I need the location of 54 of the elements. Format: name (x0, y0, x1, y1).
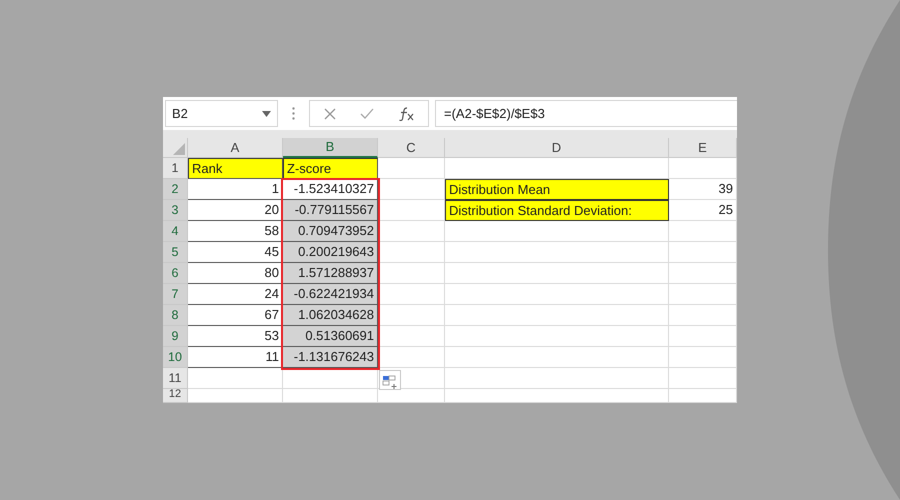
formula-field[interactable]: =(A2-$E$2)/$E$3 (435, 100, 737, 127)
column-header[interactable]: D (445, 138, 669, 158)
table-cell: Distribution Mean (445, 179, 669, 200)
table-cell: -1.131676243 (283, 347, 378, 368)
select-all-corner[interactable] (163, 138, 188, 158)
empty-cell (669, 368, 737, 389)
column-header[interactable]: E (669, 138, 737, 158)
dropdown-icon[interactable] (262, 110, 271, 116)
row-header[interactable]: 4 (163, 221, 188, 242)
column-header[interactable]: C (378, 138, 445, 158)
column-header[interactable]: B (283, 138, 378, 158)
table-cell: -0.779115567 (283, 200, 378, 221)
empty-cell (669, 389, 737, 403)
empty-cell (669, 242, 737, 263)
cell-reference: B2 (172, 104, 188, 123)
corner-triangle-icon (173, 143, 185, 155)
cancel-icon[interactable] (324, 108, 336, 120)
row-header[interactable]: 7 (163, 284, 188, 305)
row-header[interactable]: 5 (163, 242, 188, 263)
table-cell: Rank (188, 158, 283, 179)
empty-cell (669, 221, 737, 242)
table-cell: -0.622421934 (283, 284, 378, 305)
empty-cell (669, 305, 737, 326)
table-cell: 1.571288937 (283, 263, 378, 284)
insert-function-icon[interactable] (398, 106, 414, 120)
empty-cell (669, 347, 737, 368)
table-cell: 1 (188, 179, 283, 200)
name-box[interactable]: B2 (165, 100, 278, 127)
table-cell: 0.51360691 (283, 326, 378, 347)
row-header[interactable]: 3 (163, 200, 188, 221)
empty-cell (669, 158, 737, 179)
table-cell: 0.200219643 (283, 242, 378, 263)
row-header[interactable]: 12 (163, 389, 188, 403)
empty-cell (669, 284, 737, 305)
row-header[interactable]: 1 (163, 158, 188, 179)
row-header[interactable]: 8 (163, 305, 188, 326)
table-cell: Z-score (283, 158, 378, 179)
row-header[interactable]: 2 (163, 179, 188, 200)
quick-analysis-icon[interactable] (379, 370, 401, 390)
table-cell: 39 (669, 179, 737, 200)
row-header[interactable]: 9 (163, 326, 188, 347)
empty-cell (669, 326, 737, 347)
table-cell: Distribution Standard Deviation: (445, 200, 669, 221)
formula-text: =(A2-$E$2)/$E$3 (444, 104, 545, 123)
drag-handle-icon[interactable] (292, 107, 295, 120)
table-cell: 0.709473952 (283, 221, 378, 242)
empty-cell (669, 263, 737, 284)
row-header[interactable]: 10 (163, 347, 188, 368)
table-cell: 25 (669, 200, 737, 221)
check-icon[interactable] (360, 108, 374, 119)
row-header[interactable]: 6 (163, 263, 188, 284)
table-cell: 1.062034628 (283, 305, 378, 326)
row-header[interactable]: 11 (163, 368, 188, 389)
column-header[interactable]: A (188, 138, 283, 158)
